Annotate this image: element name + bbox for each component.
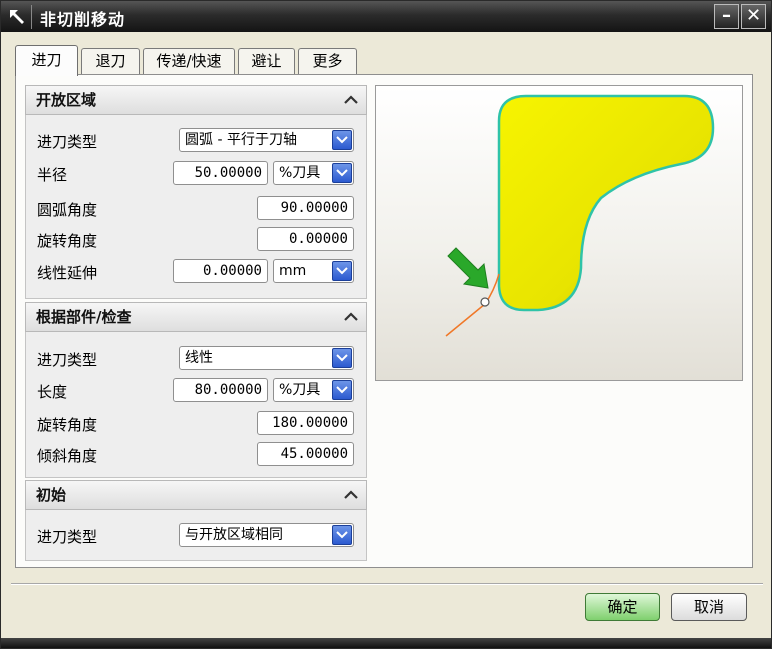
direction-arrow-icon <box>447 247 489 289</box>
radius-unit-dropdown[interactable]: %刀具 <box>273 161 354 185</box>
part-check-title: 根据部件/检查 <box>36 308 132 326</box>
tab-entry[interactable]: 进刀 <box>15 45 78 76</box>
ramp-angle-label: 倾斜角度 <box>37 447 98 465</box>
minimize-button[interactable]: – <box>714 4 739 29</box>
open-area-header[interactable]: 开放区域 <box>25 85 367 115</box>
linear-extension-unit-dropdown[interactable]: mm <box>273 259 354 283</box>
part-check-body: 进刀类型 线性 长度 80.00000 %刀具 旋转角度 180.00000 倾… <box>25 332 367 478</box>
open-area-entry-type-value: 圆弧 - 平行于刀轴 <box>185 132 297 148</box>
length-input[interactable]: 80.00000 <box>173 378 268 402</box>
initial-title: 初始 <box>36 486 67 504</box>
title-bar[interactable]: 非切削移动 – ✕ <box>1 1 771 32</box>
open-area-title: 开放区域 <box>36 91 97 109</box>
tool-path-line <box>445 303 486 337</box>
radius-unit-value: %刀具 <box>279 165 321 181</box>
close-button[interactable]: ✕ <box>741 4 766 29</box>
radius-input[interactable]: 50.00000 <box>173 161 268 185</box>
tab-avoidance[interactable]: 避让 <box>238 48 295 74</box>
part-check-rotation-angle-label: 旋转角度 <box>37 416 98 434</box>
part-check-rotation-angle-input[interactable]: 180.00000 <box>257 411 354 435</box>
initial-entry-type-dropdown[interactable]: 与开放区域相同 <box>179 523 354 547</box>
part-shape <box>497 94 715 312</box>
arc-angle-label: 圆弧角度 <box>37 201 98 219</box>
chevron-down-icon[interactable] <box>332 261 352 281</box>
length-unit-value: %刀具 <box>279 382 321 398</box>
part-check-entry-type-value: 线性 <box>185 350 213 366</box>
chevron-down-icon[interactable] <box>332 525 352 545</box>
tab-more[interactable]: 更多 <box>298 48 357 74</box>
arc-angle-input[interactable]: 90.00000 <box>257 196 354 220</box>
part-check-entry-type-label: 进刀类型 <box>37 351 98 369</box>
initial-entry-type-value: 与开放区域相同 <box>185 527 283 543</box>
chevron-up-icon[interactable] <box>340 89 362 111</box>
open-area-entry-type-label: 进刀类型 <box>37 133 98 151</box>
chevron-down-icon[interactable] <box>332 348 352 368</box>
initial-entry-type-label: 进刀类型 <box>37 528 98 546</box>
open-area-entry-type-dropdown[interactable]: 圆弧 - 平行于刀轴 <box>179 128 354 152</box>
entry-move-preview-graphic <box>445 94 715 337</box>
length-label: 长度 <box>37 383 68 401</box>
linear-extension-input[interactable]: 0.00000 <box>173 259 268 283</box>
tab-transfer-rapid[interactable]: 传递/快速 <box>143 48 235 74</box>
chevron-down-icon[interactable] <box>332 130 352 150</box>
linear-extension-label: 线性延伸 <box>37 264 98 282</box>
ramp-angle-input[interactable]: 45.00000 <box>257 442 354 466</box>
ok-button[interactable]: 确定 <box>585 593 660 621</box>
length-unit-dropdown[interactable]: %刀具 <box>273 378 354 402</box>
preview-panel <box>375 85 743 381</box>
dialog-title: 非切削移动 <box>40 10 126 29</box>
settings-column: 开放区域 进刀类型 圆弧 - 平行于刀轴 半径 50.00000 %刀具 圆弧角… <box>25 85 367 561</box>
linear-extension-unit-value: mm <box>279 263 307 279</box>
open-area-rotation-angle-label: 旋转角度 <box>37 232 98 250</box>
part-check-entry-type-dropdown[interactable]: 线性 <box>179 346 354 370</box>
open-area-rotation-angle-input[interactable]: 0.00000 <box>257 227 354 251</box>
tab-exit[interactable]: 退刀 <box>81 48 140 74</box>
dialog-icon <box>10 10 24 24</box>
title-separator <box>31 5 32 29</box>
cancel-button[interactable]: 取消 <box>671 593 747 621</box>
initial-header[interactable]: 初始 <box>25 480 367 510</box>
tool-path-point <box>480 297 490 307</box>
part-check-header[interactable]: 根据部件/检查 <box>25 302 367 332</box>
chevron-down-icon[interactable] <box>332 380 352 400</box>
chevron-up-icon[interactable] <box>340 306 362 328</box>
initial-body: 进刀类型 与开放区域相同 <box>25 510 367 561</box>
open-area-body: 进刀类型 圆弧 - 平行于刀轴 半径 50.00000 %刀具 圆弧角度 90.… <box>25 115 367 299</box>
chevron-up-icon[interactable] <box>340 484 362 506</box>
bottom-frame <box>1 638 771 648</box>
radius-label: 半径 <box>37 166 68 184</box>
chevron-down-icon[interactable] <box>332 163 352 183</box>
dialog-window: 非切削移动 – ✕ 进刀 退刀 传递/快速 避让 更多 开放区域 进刀类型 圆弧… <box>0 0 772 649</box>
footer-divider <box>11 583 763 585</box>
